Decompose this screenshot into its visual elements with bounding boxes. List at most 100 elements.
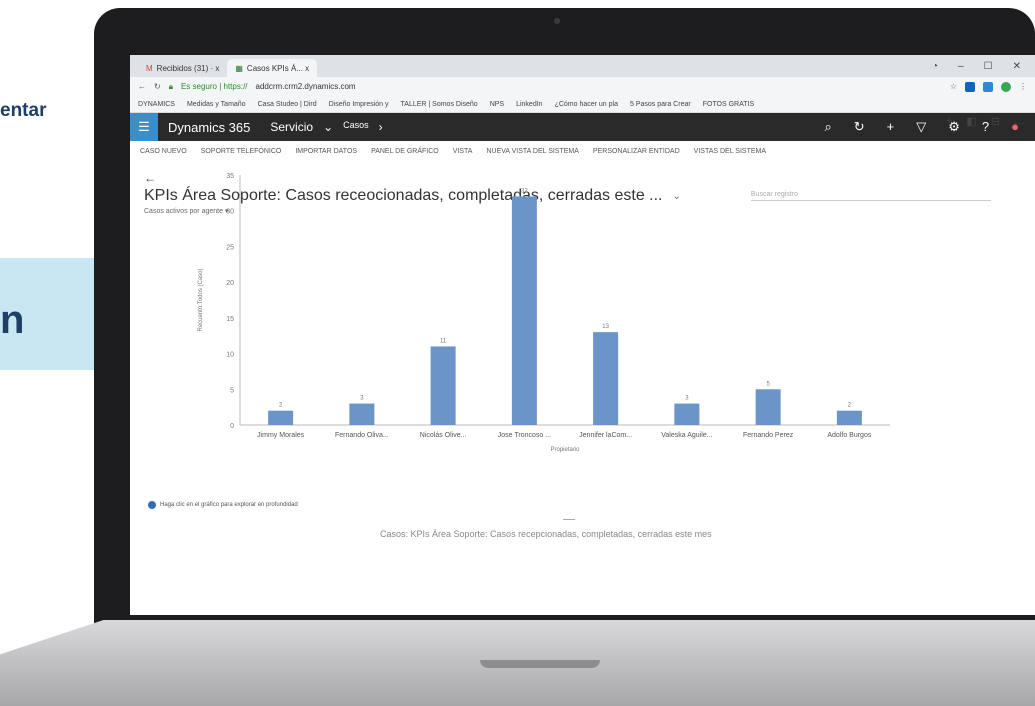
bookmark[interactable]: 5 Pasos para Crear <box>630 101 691 108</box>
extension-icon[interactable] <box>1001 81 1011 92</box>
data-label: 2 <box>848 403 852 409</box>
command-import-data[interactable]: IMPORTAR DATOS <box>295 148 357 155</box>
background-heading: entar <box>0 100 47 121</box>
chart-toolbar: + ◧ ⊟ … <box>946 115 1025 128</box>
url-field[interactable]: addcrm.crm2.dynamics.com <box>256 82 356 91</box>
star-icon[interactable]: ☆ <box>950 82 957 92</box>
grid-caption: Casos: KPIs Área Soporte: Casos recepcio… <box>380 529 712 539</box>
y-tick-label: 30 <box>226 209 234 216</box>
save-icon[interactable]: ⊟ <box>991 115 1000 128</box>
data-label: 2 <box>279 403 283 409</box>
bar[interactable] <box>755 389 781 425</box>
x-tick-label: Jimmy Morales <box>257 432 305 439</box>
maximize-icon[interactable]: ☐ <box>984 61 993 72</box>
bookmark[interactable]: FOTOS GRATIS <box>703 101 754 108</box>
minimize-icon[interactable]: – <box>958 61 964 72</box>
info-icon <box>148 501 156 509</box>
url-prefix: Es seguro | https:// <box>180 82 248 91</box>
bookmark[interactable]: Diseño Impresión y <box>329 101 389 108</box>
data-label: 3 <box>360 396 364 402</box>
data-label: 13 <box>602 324 609 330</box>
data-label: 32 <box>521 188 528 194</box>
chevron-right-icon: › <box>378 120 383 134</box>
command-customize-entity[interactable]: PERSONALIZAR ENTIDAD <box>593 148 680 155</box>
command-phone-support[interactable]: SOPORTE TELEFÓNICO <box>201 148 282 155</box>
nav-area[interactable]: Servicio <box>270 120 313 134</box>
bar[interactable] <box>268 410 294 425</box>
bookmark[interactable]: Casa Studeo | Dird <box>258 101 317 108</box>
command-chart-pane[interactable]: PANEL DE GRÁFICO <box>371 148 439 155</box>
command-bar: CASO NUEVO SOPORTE TELEFÓNICO IMPORTAR D… <box>130 141 1035 161</box>
bar-chart[interactable]: 05101520253035Recuento:Todos (Caso)2Jimm… <box>160 165 920 485</box>
lock-icon: 🔒︎ <box>168 81 173 91</box>
history-icon[interactable]: ↻ <box>854 119 865 135</box>
data-label: 3 <box>685 396 689 402</box>
laptop-notch <box>480 660 600 668</box>
command-new-system-view[interactable]: NUEVA VISTA DEL SISTEMA <box>486 148 578 155</box>
y-tick-label: 35 <box>226 173 234 180</box>
x-tick-label: Adolfo Burgos <box>827 432 871 439</box>
x-tick-label: Fernando Perez <box>743 432 794 439</box>
bookmark[interactable]: LinkedIn <box>516 101 542 108</box>
data-label: 11 <box>440 338 447 344</box>
search-icon[interactable]: ⌕ <box>824 119 831 135</box>
chart-info-text: Haga clic en el gráfico para explorar en… <box>160 502 298 508</box>
bar[interactable] <box>349 403 375 425</box>
bookmark[interactable]: ¿Cómo hacer un pla <box>555 101 618 108</box>
filter-icon[interactable]: ▽ <box>916 119 926 135</box>
command-view[interactable]: VISTA <box>453 148 473 155</box>
expand-icon[interactable]: ◧ <box>966 115 976 128</box>
y-axis-label: Recuento:Todos (Caso) <box>198 268 204 331</box>
x-tick-label: Nicolás Olive... <box>420 432 467 439</box>
more-icon[interactable]: … <box>1014 115 1025 128</box>
bookmarks-bar: DYNAMICS Medidas y Tamaño Casa Studeo | … <box>130 96 1035 113</box>
plus-icon[interactable]: + <box>887 119 895 135</box>
browser-window: M Recibidos (31) · x ▦ Casos KPIs Á... x… <box>130 55 1035 615</box>
bar[interactable] <box>674 403 700 425</box>
tab-label: Recibidos (31) · x <box>156 63 220 73</box>
bookmark[interactable]: NPS <box>490 101 504 108</box>
bar[interactable] <box>511 196 537 425</box>
extension-icon[interactable] <box>965 81 975 92</box>
chevron-down-icon: ⌄ <box>323 120 334 134</box>
bar[interactable] <box>836 410 862 425</box>
reload-icon[interactable]: ↻ <box>154 82 161 91</box>
profile-icon[interactable]: ◔ <box>932 61 938 72</box>
bar[interactable] <box>593 332 619 425</box>
bookmark[interactable]: Medidas y Tamaño <box>187 101 246 108</box>
resize-handle[interactable] <box>563 519 575 520</box>
x-axis-label: Propietario <box>550 447 580 453</box>
extension-icon[interactable] <box>983 81 993 92</box>
background-panel-text: n <box>0 298 25 342</box>
nav-entity[interactable]: Casos <box>343 120 369 134</box>
bookmark[interactable]: DYNAMICS <box>138 101 175 108</box>
x-tick-label: Jose Troncoso ... <box>498 432 551 439</box>
dynamics-navbar: ☰ Dynamics 365 Servicio ⌄ Casos › ⌕ ↻ + … <box>130 113 1035 141</box>
app-launcher-icon[interactable]: ☰ <box>130 113 158 141</box>
y-tick-label: 0 <box>230 423 234 430</box>
gmail-icon: M <box>146 63 153 73</box>
y-tick-label: 15 <box>226 316 234 323</box>
close-icon[interactable]: ✕ <box>1013 61 1021 72</box>
y-tick-label: 20 <box>226 280 234 287</box>
x-tick-label: Valeska Aguile... <box>661 432 712 439</box>
y-tick-label: 10 <box>226 352 234 359</box>
command-new-case[interactable]: CASO NUEVO <box>140 148 187 155</box>
app-name[interactable]: Dynamics 365 <box>168 120 250 135</box>
data-label: 5 <box>766 381 770 387</box>
address-bar: ← ↻ 🔒︎ Es seguro | https:// addcrm.crm2.… <box>130 77 1035 96</box>
camera-icon <box>554 18 560 24</box>
tab-dynamics[interactable]: ▦ Casos KPIs Á... x <box>227 59 318 77</box>
chart-info: Haga clic en el gráfico para explorar en… <box>148 501 298 509</box>
bookmark[interactable]: TALLER | Somos Diseño <box>401 101 478 108</box>
back-icon[interactable]: ← <box>138 82 146 91</box>
command-system-views[interactable]: VISTAS DEL SISTEMA <box>694 148 766 155</box>
menu-icon[interactable]: ⋮ <box>1019 82 1027 92</box>
add-icon[interactable]: + <box>946 115 952 128</box>
tab-gmail[interactable]: M Recibidos (31) · x <box>138 59 227 77</box>
x-tick-label: Jennifer laCom... <box>579 432 632 439</box>
tab-label: Casos KPIs Á... x <box>246 63 310 73</box>
bar[interactable] <box>430 346 456 425</box>
y-tick-label: 5 <box>230 387 234 394</box>
x-tick-label: Fernando Oliva... <box>335 432 389 439</box>
